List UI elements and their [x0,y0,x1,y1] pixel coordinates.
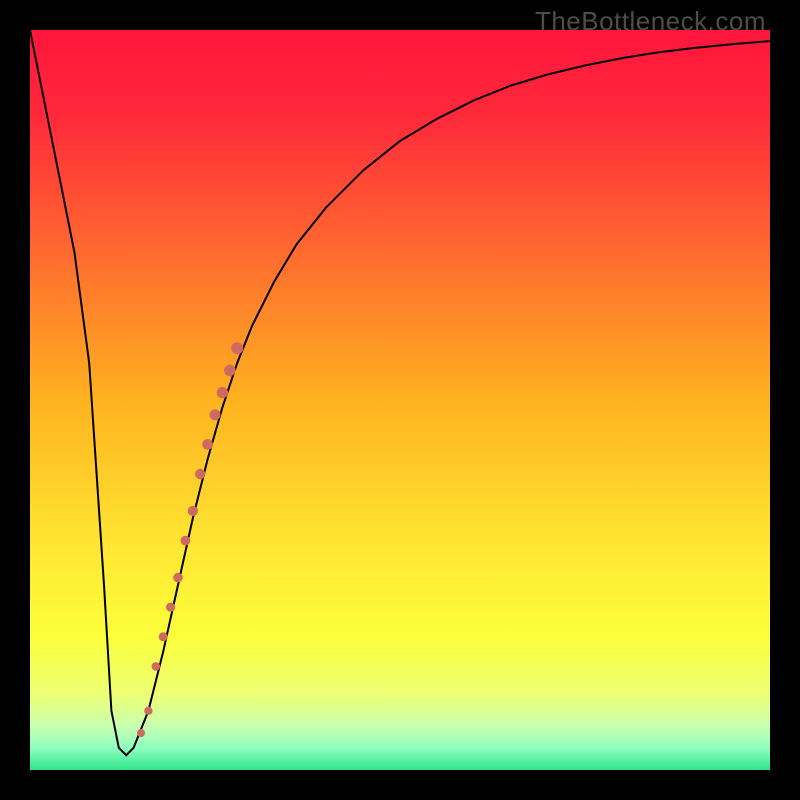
highlight-dot [152,662,161,671]
watermark-text: TheBottleneck.com [535,6,766,37]
highlight-dots [137,342,243,737]
highlight-dot [202,439,213,450]
highlight-dot [166,603,175,612]
highlight-dot [159,632,168,641]
highlight-dot [231,342,243,354]
highlight-dot [224,365,236,377]
highlight-dot [210,409,221,420]
chart-svg [30,30,770,770]
highlight-dot [181,536,191,546]
highlight-dot [195,469,205,479]
plot-area [30,30,770,770]
highlight-dot [173,573,183,583]
highlight-dot [217,387,228,398]
chart-frame: TheBottleneck.com [0,0,800,800]
highlight-dot [137,729,145,737]
highlight-dot [188,506,198,516]
highlight-dot [144,707,152,715]
bottleneck-curve [30,30,770,755]
